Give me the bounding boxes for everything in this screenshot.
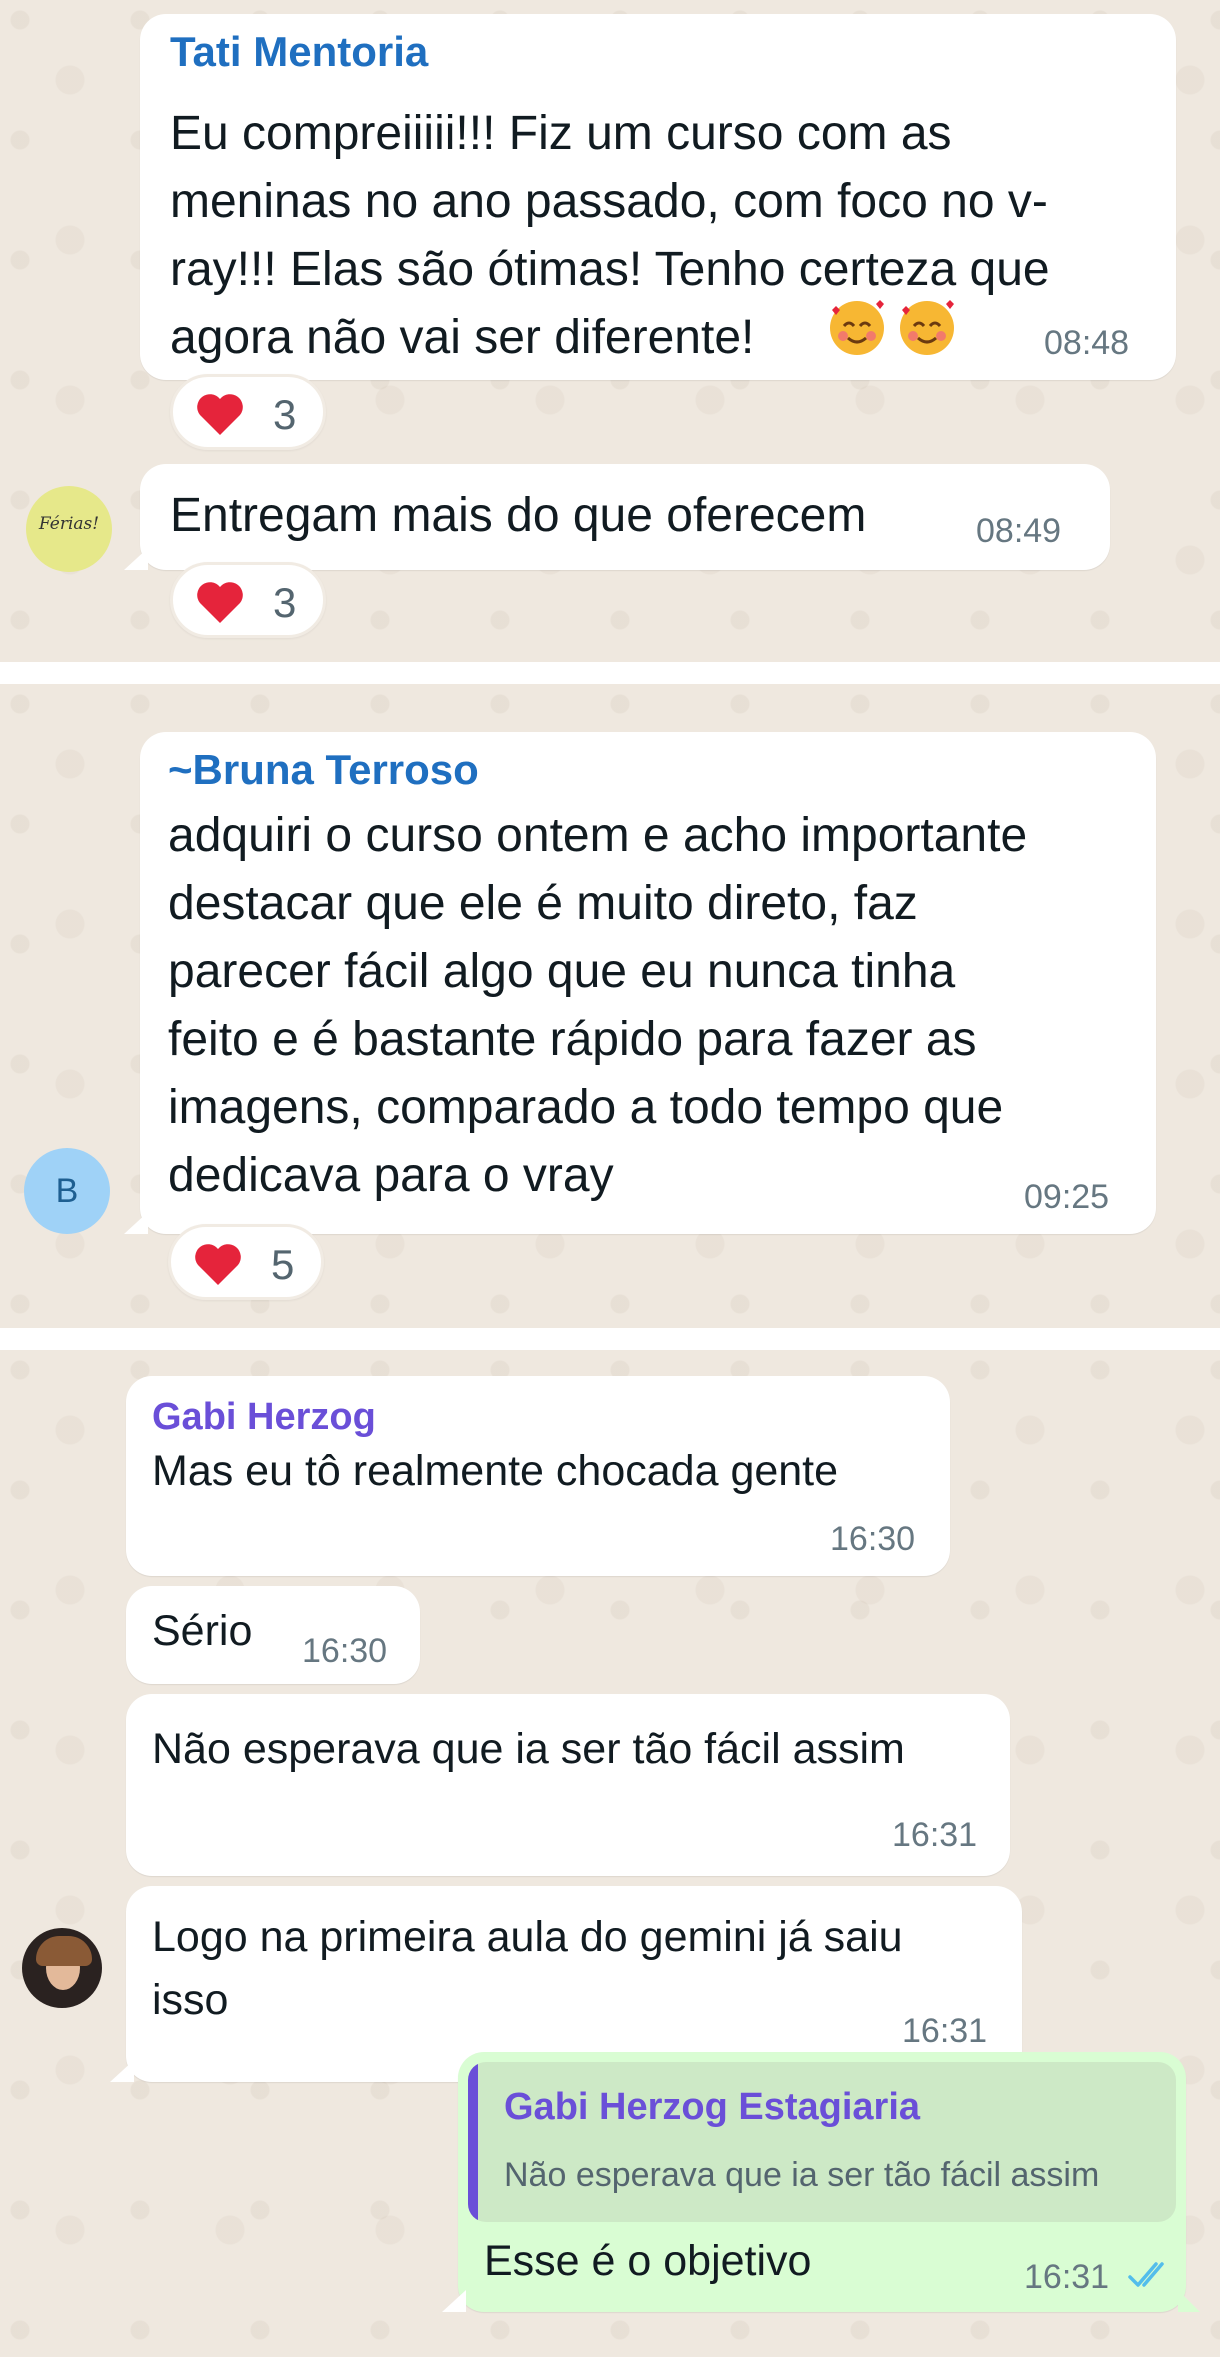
red-heart-icon <box>197 582 243 623</box>
sender-prefix: ~ <box>168 746 193 793</box>
screenshot-separator <box>0 662 1220 684</box>
message-time: 08:49 <box>976 512 1062 550</box>
red-heart-icon <box>197 394 243 435</box>
quoted-text: Não esperava que ia ser tão fácil assim <box>504 2156 1100 2194</box>
smiling-face-with-hearts-icon <box>900 300 954 355</box>
message-time: 16:30 <box>302 1632 388 1670</box>
message-line: feito e é bastante rápido para fazer as <box>168 1013 977 1066</box>
sender-name[interactable]: ~Bruna Terroso <box>168 746 479 794</box>
message-line: dedicava para o vray <box>168 1149 614 1202</box>
reaction-pill[interactable]: 3 <box>170 562 326 638</box>
avatar[interactable]: B <box>24 1148 110 1234</box>
chat-panel-1: Tati Mentoria Eu compreiiiii!!! Fiz um c… <box>0 0 1220 662</box>
reaction-count: 3 <box>273 391 297 438</box>
avatar[interactable] <box>22 1928 102 2008</box>
message-line: Logo na primeira aula do gemini já saiu <box>152 1913 903 1961</box>
message-time: 16:31 <box>902 2012 988 2050</box>
smiling-face-with-hearts-icon <box>830 300 884 355</box>
screenshot-separator <box>0 1328 1220 1350</box>
message-text: Esse é o objetivo <box>484 2237 812 2285</box>
avatar[interactable]: Férias! <box>26 486 112 572</box>
message-text: Sério <box>152 1607 253 1655</box>
message-line: meninas no ano passado, com foco no v- <box>170 175 1048 228</box>
red-heart-icon <box>195 1244 241 1285</box>
reaction-pill[interactable]: 5 <box>168 1224 324 1300</box>
sender-name[interactable]: Tati Mentoria <box>170 28 428 76</box>
message-time: 09:25 <box>1024 1178 1110 1216</box>
message-line: Eu compreiiiii!!! Fiz um curso com as <box>170 107 952 160</box>
message-line: agora não vai ser diferente! <box>170 311 755 364</box>
message-time: 16:31 <box>892 1816 978 1854</box>
message-text: Mas eu tô realmente chocada gente <box>152 1447 839 1495</box>
message-time: 08:48 <box>1044 324 1130 362</box>
quoted-message[interactable]: Gabi Herzog Estagiaria Não esperava que … <box>468 2062 1176 2222</box>
message-line: isso <box>152 1976 229 2024</box>
reaction-count: 5 <box>271 1241 295 1288</box>
reaction-pill[interactable]: 3 <box>170 374 326 450</box>
message-text: Não esperava que ia ser tão fácil assim <box>152 1725 905 1773</box>
message-bubble-tati[interactable]: Tati Mentoria Eu compreiiiii!!! Fiz um c… <box>140 14 1176 380</box>
quoted-sender: Gabi Herzog Estagiaria <box>504 2086 921 2128</box>
read-double-check-icon <box>1128 2262 1164 2287</box>
message-time: 16:30 <box>830 1520 916 1558</box>
reaction-count: 3 <box>273 579 297 626</box>
avatar-hair <box>36 1936 92 1966</box>
message-text: Entregam mais do que oferecem <box>170 489 867 542</box>
message-line: parecer fácil algo que eu nunca tinha <box>168 945 956 998</box>
message-bubble-outgoing-reply[interactable]: Gabi Herzog Estagiaria Não esperava que … <box>442 2052 1200 2312</box>
message-line: adquiri o curso ontem e acho importante <box>168 809 1028 862</box>
message-line: ray!!! Elas são ótimas! Tenho certeza qu… <box>170 243 1050 296</box>
sender-name[interactable]: Gabi Herzog <box>152 1396 376 1439</box>
quote-accent-bar <box>468 2062 478 2222</box>
message-time: 16:31 <box>1024 2258 1110 2296</box>
message-bubble-bruna[interactable]: ~Bruna Terroso adquiri o curso ontem e a… <box>124 732 1156 1234</box>
avatar-letter: B <box>55 1172 79 1210</box>
message-bubble-entregam[interactable]: Entregam mais do que oferecem 08:49 <box>124 464 1110 570</box>
message-bubble-gabi-3[interactable]: Não esperava que ia ser tão fácil assim … <box>126 1694 1010 1876</box>
chat-panel-3: Gabi Herzog Mas eu tô realmente chocada … <box>0 1350 1220 2357</box>
avatar-caption: Férias! <box>38 514 100 534</box>
message-line: imagens, comparado a todo tempo que <box>168 1081 1004 1134</box>
sender-label: Bruna Terroso <box>192 746 479 793</box>
chat-panel-2: ~Bruna Terroso adquiri o curso ontem e a… <box>0 684 1220 1328</box>
message-bubble-gabi-1[interactable]: Gabi Herzog Mas eu tô realmente chocada … <box>126 1376 950 1576</box>
message-bubble-gabi-2[interactable]: Sério 16:30 <box>126 1586 420 1684</box>
message-line: destacar que ele é muito direto, faz <box>168 877 918 930</box>
